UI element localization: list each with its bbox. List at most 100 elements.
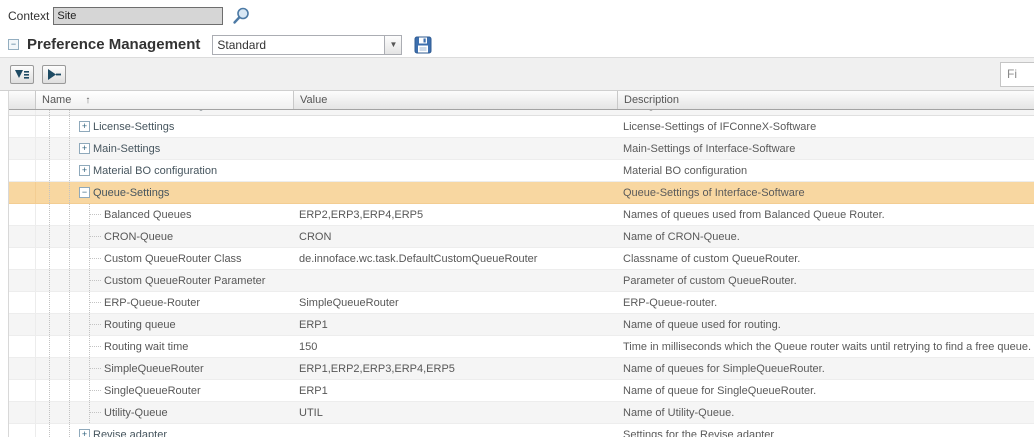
table-row[interactable]: − Queue-Settings Queue-Settings of Inter… <box>9 182 1034 204</box>
tree-line <box>49 160 50 181</box>
tree-expand-icon[interactable]: + <box>79 429 90 437</box>
row-description: Parameter of custom QueueRouter. <box>618 270 1034 291</box>
row-name-cell: Routing wait time <box>36 336 294 357</box>
tree-connector <box>89 346 101 347</box>
row-name-cell: + IDM max values configuration <box>36 110 294 115</box>
table-row[interactable]: + Material BO configuration Material BO … <box>9 160 1034 182</box>
row-value: ERP1 <box>294 314 618 335</box>
preset-input[interactable] <box>212 35 384 55</box>
row-description: Classname of custom QueueRouter. <box>618 248 1034 269</box>
tree-expand-icon[interactable]: + <box>79 121 90 132</box>
row-name-cell: ERP-Queue-Router <box>36 292 294 313</box>
collapse-all-icon <box>47 69 61 80</box>
row-name: Utility-Queue <box>104 407 168 419</box>
row-gutter <box>9 182 36 203</box>
table-row[interactable]: SimpleQueueRouter ERP1,ERP2,ERP3,ERP4,ER… <box>9 358 1034 380</box>
search-icon[interactable] <box>231 6 251 26</box>
table-row[interactable]: Routing queue ERP1 Name of queue used fo… <box>9 314 1034 336</box>
row-name: Balanced Queues <box>104 209 191 221</box>
table-row[interactable]: Custom QueueRouter Class de.innoface.wc.… <box>9 248 1034 270</box>
tree-line <box>69 110 70 115</box>
page-title: Preference Management <box>27 36 200 53</box>
table-row[interactable]: SingleQueueRouter ERP1 Name of queue for… <box>9 380 1034 402</box>
column-header-value[interactable]: Value <box>294 91 618 109</box>
tree-connector <box>89 390 101 391</box>
save-button[interactable] <box>414 36 432 54</box>
row-name: Main-Settings <box>93 143 160 155</box>
tree-line <box>69 270 70 291</box>
row-gutter <box>9 424 36 437</box>
row-value: ERP2,ERP3,ERP4,ERP5 <box>294 204 618 225</box>
table-row[interactable]: Custom QueueRouter Parameter Parameter o… <box>9 270 1034 292</box>
filter-input[interactable]: Fi <box>1000 62 1034 87</box>
row-value <box>294 160 618 181</box>
row-value <box>294 110 618 115</box>
table-row[interactable]: Utility-Queue UTIL Name of Utility-Queue… <box>9 402 1034 424</box>
row-description: Name of queue used for routing. <box>618 314 1034 335</box>
column-header-gutter <box>9 91 36 109</box>
tree-expand-icon[interactable]: + <box>79 165 90 176</box>
row-description: Main-Settings of Interface-Software <box>618 138 1034 159</box>
section-collapse-icon[interactable]: − <box>8 39 19 50</box>
row-name-cell: Balanced Queues <box>36 204 294 225</box>
row-name-cell: Utility-Queue <box>36 402 294 423</box>
tree-line <box>69 204 70 225</box>
row-gutter <box>9 402 36 423</box>
row-value <box>294 182 618 203</box>
tree-line <box>49 110 50 115</box>
tree-line <box>69 336 70 357</box>
row-description: Name of Utility-Queue. <box>618 402 1034 423</box>
row-gutter <box>9 160 36 181</box>
tree-connector <box>89 324 101 325</box>
tree-line <box>49 380 50 401</box>
tree-line <box>49 204 50 225</box>
column-header-description-label: Description <box>624 94 679 106</box>
tree-line <box>69 182 70 203</box>
tree-line <box>69 402 70 423</box>
row-gutter <box>9 314 36 335</box>
row-description: License-Settings of IFConneX-Software <box>618 116 1034 137</box>
row-name: IDM max values configuration <box>93 110 238 111</box>
tree-line <box>69 116 70 137</box>
tree-line <box>69 314 70 335</box>
tree-line <box>49 270 50 291</box>
row-name: Custom QueueRouter Parameter <box>104 275 265 287</box>
column-header-description[interactable]: Description <box>618 91 1034 109</box>
table-row[interactable]: ERP-Queue-Router SimpleQueueRouter ERP-Q… <box>9 292 1034 314</box>
grid-body: + IDM max values configuration Konfigura… <box>9 110 1034 437</box>
column-header-name-label: Name <box>42 94 71 106</box>
table-row[interactable]: + Main-Settings Main-Settings of Interfa… <box>9 138 1034 160</box>
column-header-name[interactable]: Name ↑ <box>36 91 294 109</box>
row-gutter <box>9 226 36 247</box>
table-row[interactable]: + Revise adapter Settings for the Revise… <box>9 424 1034 437</box>
preset-combo: ▼ <box>212 35 402 55</box>
row-name-cell: SimpleQueueRouter <box>36 358 294 379</box>
chevron-down-icon[interactable]: ▼ <box>384 35 402 55</box>
table-row[interactable]: + License-Settings License-Settings of I… <box>9 116 1034 138</box>
expand-all-button[interactable] <box>10 65 34 84</box>
table-row[interactable]: Balanced Queues ERP2,ERP3,ERP4,ERP5 Name… <box>9 204 1034 226</box>
tree-line <box>49 402 50 423</box>
grid-header: Name ↑ Value Description <box>9 91 1034 110</box>
tree-line <box>49 248 50 269</box>
collapse-all-button[interactable] <box>42 65 66 84</box>
tree-line <box>69 138 70 159</box>
row-value: de.innoface.wc.task.DefaultCustomQueueRo… <box>294 248 618 269</box>
tree-connector <box>89 302 101 303</box>
tree-line <box>49 116 50 137</box>
context-input[interactable] <box>53 7 223 25</box>
row-name: Routing queue <box>104 319 176 331</box>
row-name: Material BO configuration <box>93 165 217 177</box>
row-description: Settings for the Revise adapter <box>618 424 1034 437</box>
tree-expand-icon[interactable]: − <box>79 187 90 198</box>
tree-line <box>49 292 50 313</box>
table-row[interactable]: CRON-Queue CRON Name of CRON-Queue. <box>9 226 1034 248</box>
row-name: CRON-Queue <box>104 231 173 243</box>
table-row[interactable]: Routing wait time 150 Time in millisecon… <box>9 336 1034 358</box>
tree-expand-icon[interactable]: + <box>79 143 90 154</box>
row-name-cell: + Main-Settings <box>36 138 294 159</box>
tree-line <box>69 380 70 401</box>
tree-line <box>49 424 50 437</box>
row-gutter <box>9 270 36 291</box>
row-gutter <box>9 138 36 159</box>
